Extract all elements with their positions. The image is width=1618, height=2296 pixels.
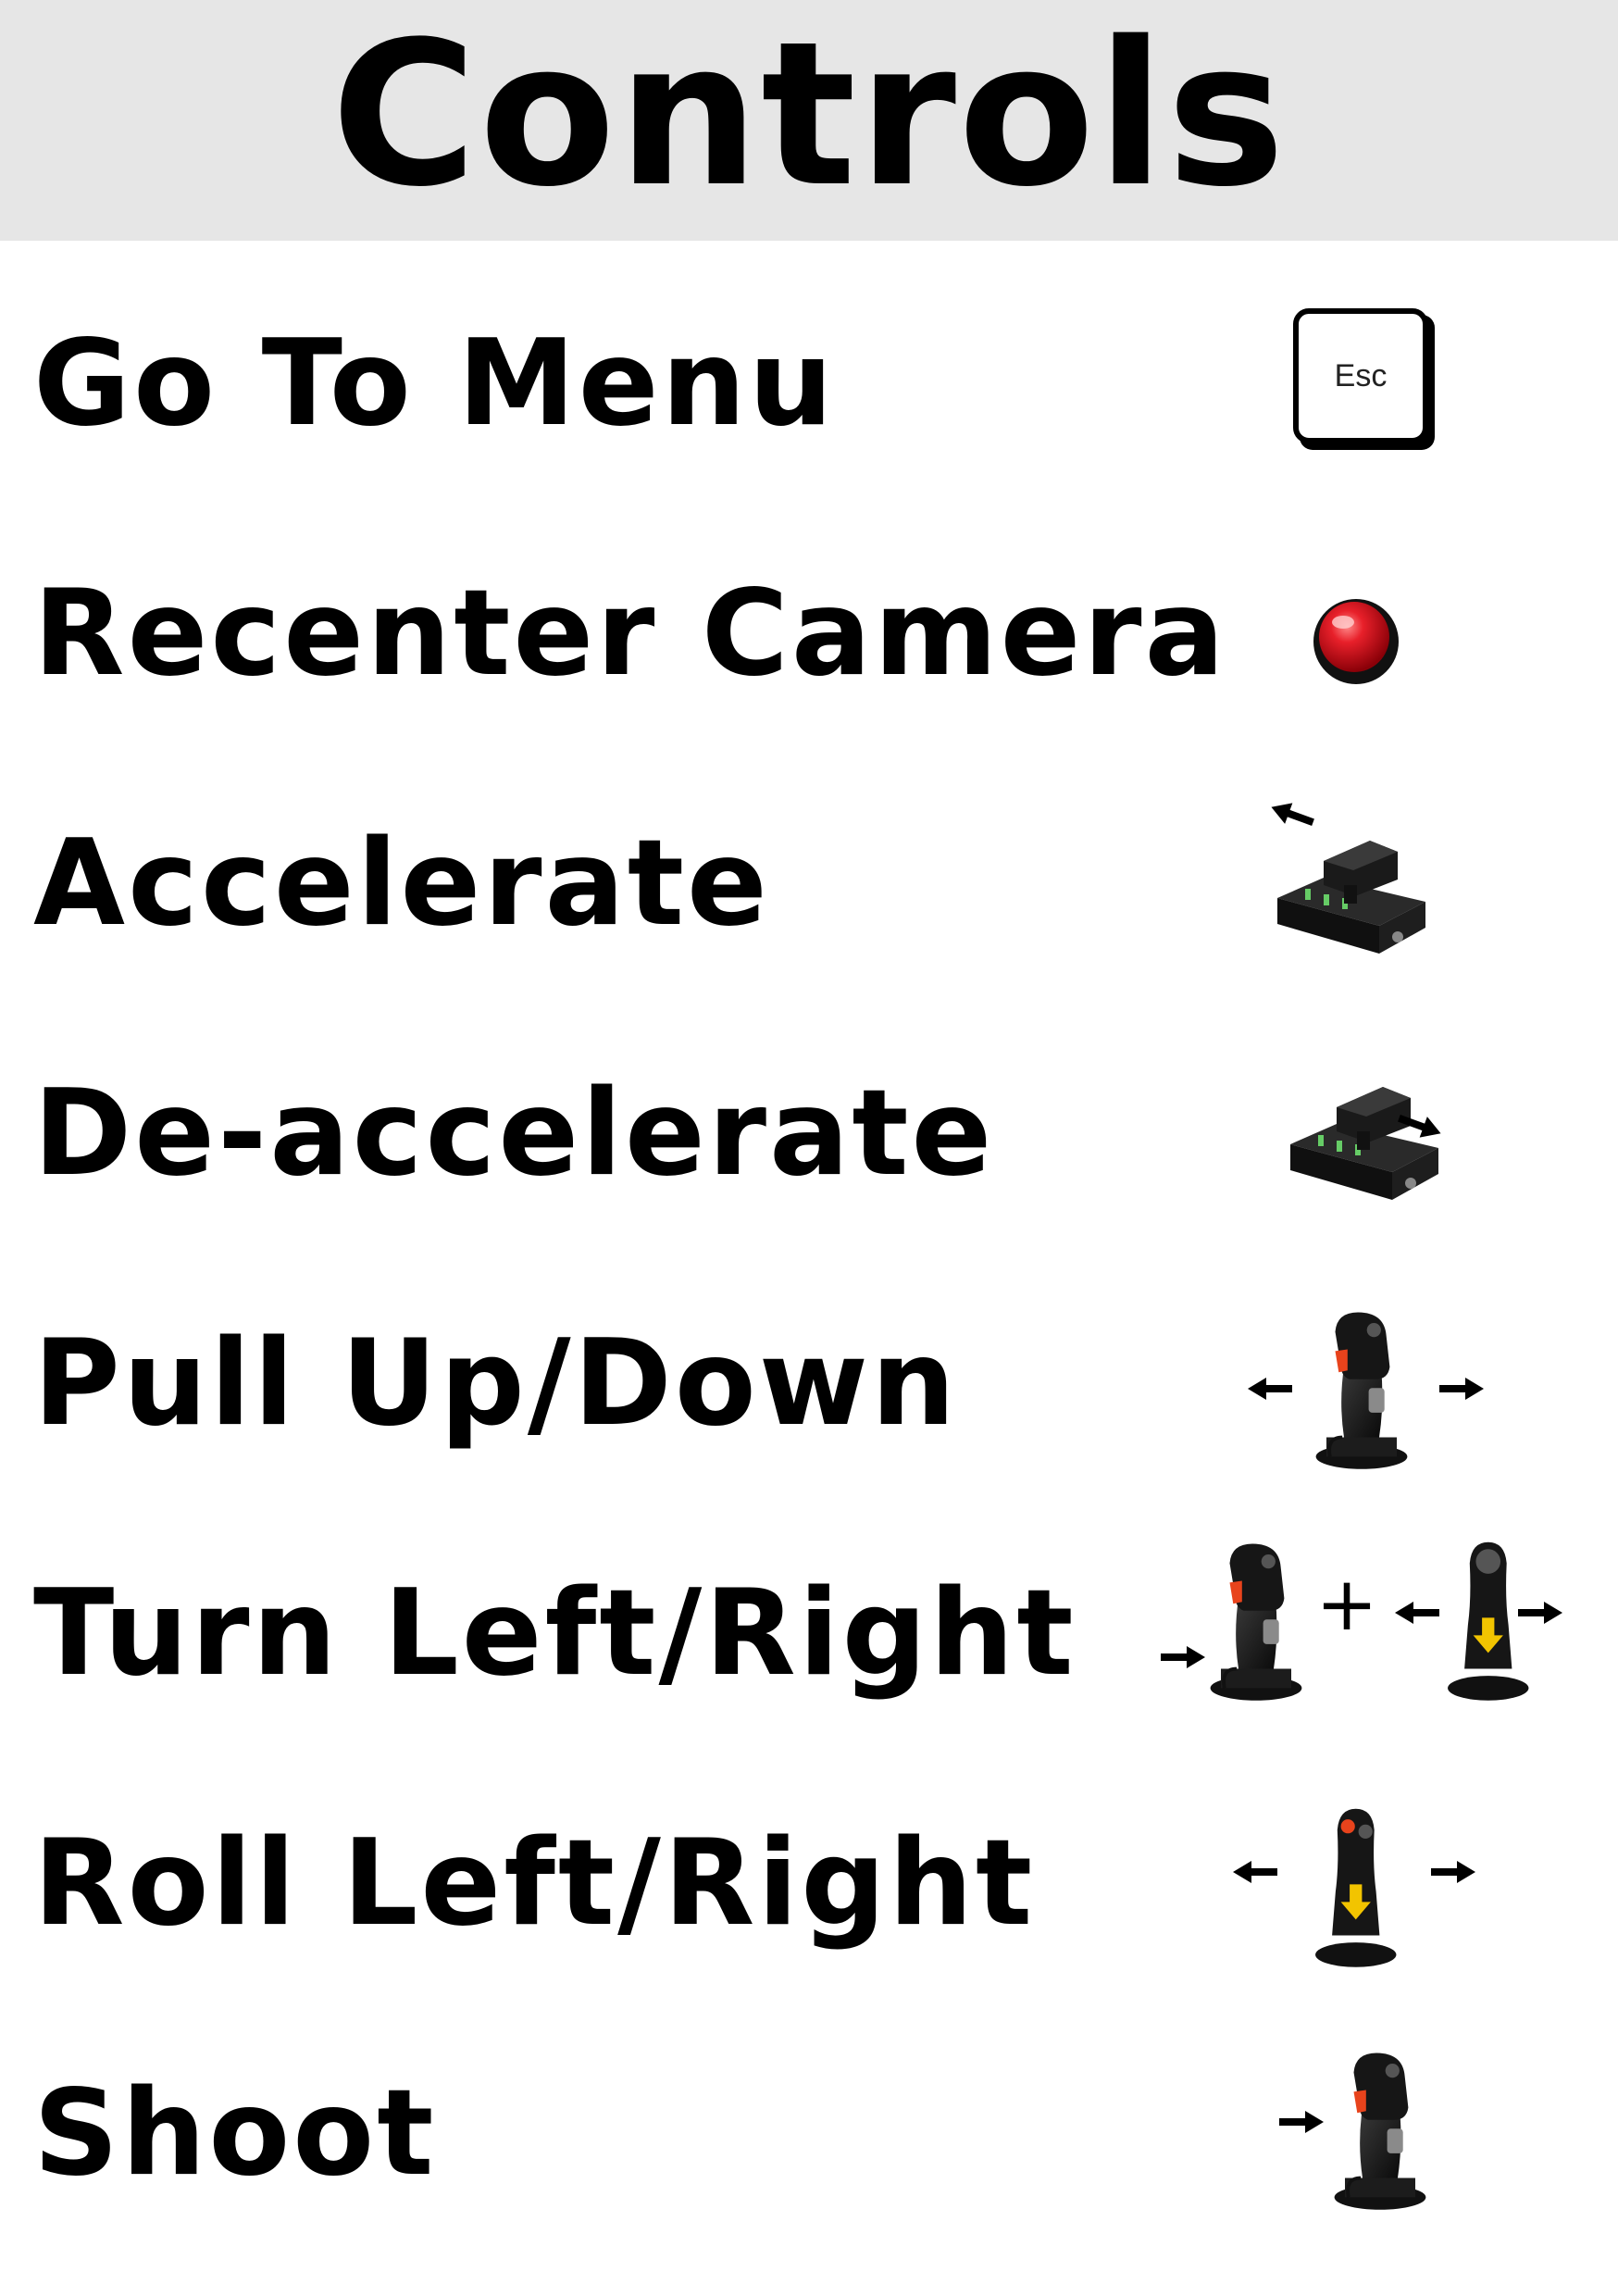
plus-sign: +: [1315, 1561, 1377, 1647]
control-row-turn-left-right: Turn Left/Right +: [0, 1509, 1618, 1759]
control-row-accelerate: Accelerate: [0, 759, 1618, 1009]
control-label: Pull Up/Down: [33, 1315, 959, 1453]
esc-key-text: Esc: [1335, 358, 1388, 393]
control-label: Turn Left/Right: [33, 1565, 1077, 1703]
control-label: De-accelerate: [33, 1065, 995, 1203]
control-label: Shoot: [33, 2065, 437, 2202]
control-row-de-accelerate: De-accelerate: [0, 1009, 1618, 1259]
page-title: Controls: [330, 0, 1288, 231]
throttle-forward-icon: [1250, 759, 1453, 1009]
control-row-pull-up-down: Pull Up/Down: [0, 1259, 1618, 1509]
control-row-recenter-camera: Recenter Camera: [0, 509, 1618, 759]
red-button-icon: [1301, 509, 1412, 759]
esc-key-icon: Esc: [1287, 259, 1453, 509]
joystick-tilt-icon: [1231, 1259, 1509, 1509]
control-row-shoot: Shoot: [0, 2009, 1618, 2259]
control-label: Roll Left/Right: [33, 1815, 1036, 1953]
control-label: Accelerate: [33, 815, 770, 953]
header-bar: Controls: [0, 0, 1618, 241]
joystick-twist-and-tilt-icon: +: [1157, 1509, 1564, 1759]
control-row-roll-left-right: Roll Left/Right: [0, 1759, 1618, 2009]
control-label: Go To Menu: [33, 315, 836, 453]
joystick-side-tilt-icon: [1222, 1759, 1500, 2009]
throttle-back-icon: [1268, 1009, 1472, 1259]
control-row-go-to-menu: Go To Menu Esc: [0, 259, 1618, 509]
joystick-trigger-icon: [1268, 2009, 1453, 2259]
control-label: Recenter Camera: [33, 565, 1227, 703]
